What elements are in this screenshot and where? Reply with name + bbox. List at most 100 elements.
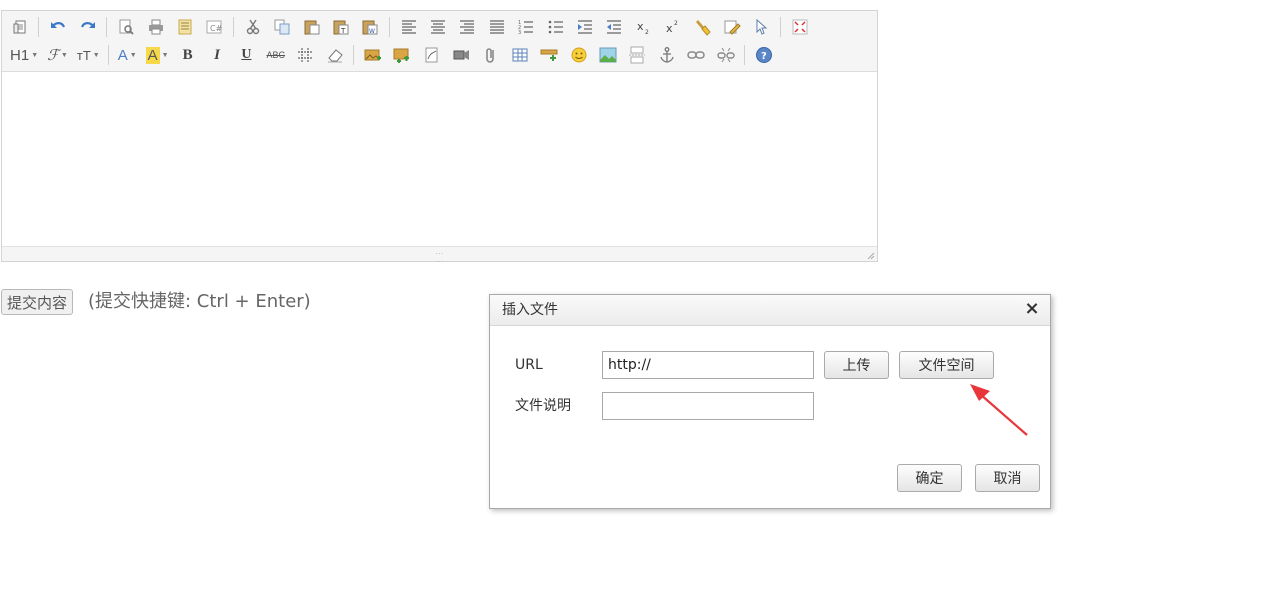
ordered-list-icon[interactable]: 123 bbox=[516, 17, 536, 37]
font-size-dropdown[interactable]: тT ▼ bbox=[77, 45, 100, 65]
svg-text:2: 2 bbox=[674, 20, 678, 27]
insert-multi-image-icon[interactable] bbox=[392, 45, 412, 65]
editor-toolbar: C# T W 1 2 3 x 2 x 2 H1 ▼ ℱ ▼ тT ▼ A ▼ A… bbox=[2, 11, 877, 72]
svg-text:2: 2 bbox=[645, 29, 649, 36]
heading-label: H1 bbox=[10, 46, 30, 64]
highlight-color-icon: A bbox=[145, 46, 160, 64]
background-image-icon[interactable] bbox=[598, 45, 618, 65]
redo-icon[interactable] bbox=[78, 17, 98, 37]
page-break-icon[interactable] bbox=[627, 45, 647, 65]
toolbar-separator bbox=[388, 17, 390, 37]
svg-text:?: ? bbox=[761, 51, 767, 62]
toolbar-separator bbox=[352, 45, 354, 65]
copy-icon[interactable] bbox=[272, 17, 292, 37]
align-center-icon[interactable] bbox=[428, 17, 448, 37]
unlink-icon[interactable] bbox=[716, 45, 736, 65]
insert-row-icon[interactable] bbox=[539, 45, 559, 65]
svg-text:W: W bbox=[369, 28, 375, 35]
rich-text-editor: C# T W 1 2 3 x 2 x 2 H1 ▼ ℱ ▼ тT ▼ A ▼ A… bbox=[1, 10, 878, 266]
source-icon[interactable] bbox=[10, 17, 30, 37]
editor-statusbar: ⋯ ⋯ bbox=[2, 246, 877, 266]
select-all-icon[interactable] bbox=[751, 17, 771, 37]
chevron-down-icon: ▼ bbox=[92, 51, 100, 59]
preview-icon[interactable] bbox=[116, 17, 136, 37]
toolbar-row-2: H1 ▼ ℱ ▼ тT ▼ A ▼ A ▼ B I U ABC ? bbox=[10, 43, 783, 67]
chevron-down-icon: ▼ bbox=[31, 51, 39, 59]
annotation-arrow-icon bbox=[970, 384, 1028, 436]
eraser-icon[interactable] bbox=[325, 45, 345, 65]
submit-content-button[interactable]: 提交内容 bbox=[1, 289, 74, 315]
file-space-button[interactable]: 文件空间 bbox=[899, 351, 994, 379]
align-right-icon[interactable] bbox=[457, 17, 477, 37]
paste-text-icon[interactable]: T bbox=[331, 17, 351, 37]
toolbar-separator bbox=[779, 17, 781, 37]
file-description-label: 文件说明 bbox=[515, 398, 571, 414]
paste-icon[interactable] bbox=[302, 17, 322, 37]
url-input[interactable] bbox=[602, 351, 814, 379]
insert-table-icon[interactable] bbox=[510, 45, 530, 65]
subscript-icon[interactable]: x2 bbox=[634, 17, 654, 37]
cut-icon[interactable] bbox=[243, 17, 263, 37]
svg-text:3: 3 bbox=[518, 30, 521, 36]
fullscreen-icon[interactable] bbox=[790, 17, 810, 37]
italic-button[interactable]: I bbox=[207, 45, 227, 65]
clear-format-icon[interactable] bbox=[722, 17, 742, 37]
scrawl-icon[interactable] bbox=[422, 45, 442, 65]
format-brush-icon[interactable] bbox=[693, 17, 713, 37]
outdent-icon[interactable] bbox=[604, 17, 624, 37]
dialog-title: 插入文件 bbox=[502, 302, 558, 318]
font-color-icon: A bbox=[117, 46, 128, 64]
bold-button[interactable]: B bbox=[178, 45, 198, 65]
paste-word-icon[interactable]: W bbox=[360, 17, 380, 37]
chevron-down-icon: ▼ bbox=[161, 51, 169, 59]
template-icon[interactable] bbox=[175, 17, 195, 37]
toolbar-separator bbox=[106, 17, 108, 37]
toolbar-separator bbox=[107, 45, 109, 65]
svg-text:C#: C# bbox=[210, 24, 223, 33]
toolbar-separator bbox=[38, 17, 40, 37]
insert-video-icon[interactable] bbox=[451, 45, 471, 65]
help-icon[interactable]: ? bbox=[754, 45, 774, 65]
confirm-button[interactable]: 确定 bbox=[897, 464, 962, 492]
link-icon[interactable] bbox=[686, 45, 706, 65]
resize-grip-icon[interactable]: ⋯ ⋯ bbox=[433, 250, 447, 266]
table-border-icon[interactable] bbox=[295, 45, 315, 65]
submit-shortcut-hint: (提交快捷键: Ctrl + Enter) bbox=[88, 291, 311, 312]
print-icon[interactable] bbox=[146, 17, 166, 37]
close-icon[interactable]: × bbox=[1024, 300, 1040, 318]
resize-corner-icon[interactable] bbox=[866, 251, 875, 260]
superscript-icon[interactable]: x2 bbox=[663, 17, 683, 37]
attachment-icon[interactable] bbox=[481, 45, 501, 65]
svg-text:T: T bbox=[340, 27, 346, 35]
upload-button[interactable]: 上传 bbox=[824, 351, 889, 379]
chevron-down-icon: ▼ bbox=[60, 51, 68, 59]
align-justify-icon[interactable] bbox=[487, 17, 507, 37]
emotion-icon[interactable] bbox=[569, 45, 589, 65]
file-description-input[interactable] bbox=[602, 392, 814, 420]
toolbar-separator bbox=[232, 17, 234, 37]
background-color-dropdown[interactable]: A ▼ bbox=[145, 45, 169, 65]
cancel-button[interactable]: 取消 bbox=[975, 464, 1040, 492]
unordered-list-icon[interactable] bbox=[546, 17, 566, 37]
font-size-label: тT bbox=[76, 47, 91, 63]
indent-icon[interactable] bbox=[575, 17, 595, 37]
svg-text:x: x bbox=[666, 22, 673, 35]
undo-icon[interactable] bbox=[48, 17, 68, 37]
anchor-icon[interactable] bbox=[657, 45, 677, 65]
heading-dropdown[interactable]: H1 ▼ bbox=[10, 45, 38, 65]
insert-code-icon[interactable]: C# bbox=[204, 17, 224, 37]
url-label: URL bbox=[515, 357, 543, 373]
chevron-down-icon: ▼ bbox=[129, 51, 137, 59]
strikethrough-button[interactable]: ABC bbox=[266, 45, 286, 65]
toolbar-row-1: C# T W 1 2 3 x 2 x 2 bbox=[10, 15, 819, 39]
font-color-dropdown[interactable]: A ▼ bbox=[118, 45, 137, 65]
font-family-dropdown[interactable]: ℱ ▼ bbox=[47, 45, 68, 65]
font-family-label: ℱ bbox=[47, 47, 59, 64]
underline-button[interactable]: U bbox=[236, 45, 256, 65]
toolbar-separator bbox=[744, 45, 746, 65]
dialog-titlebar[interactable]: 插入文件 × bbox=[490, 295, 1050, 326]
editor-content-area[interactable] bbox=[2, 72, 877, 246]
insert-image-icon[interactable] bbox=[363, 45, 383, 65]
align-left-icon[interactable] bbox=[399, 17, 419, 37]
svg-text:x: x bbox=[637, 20, 644, 33]
